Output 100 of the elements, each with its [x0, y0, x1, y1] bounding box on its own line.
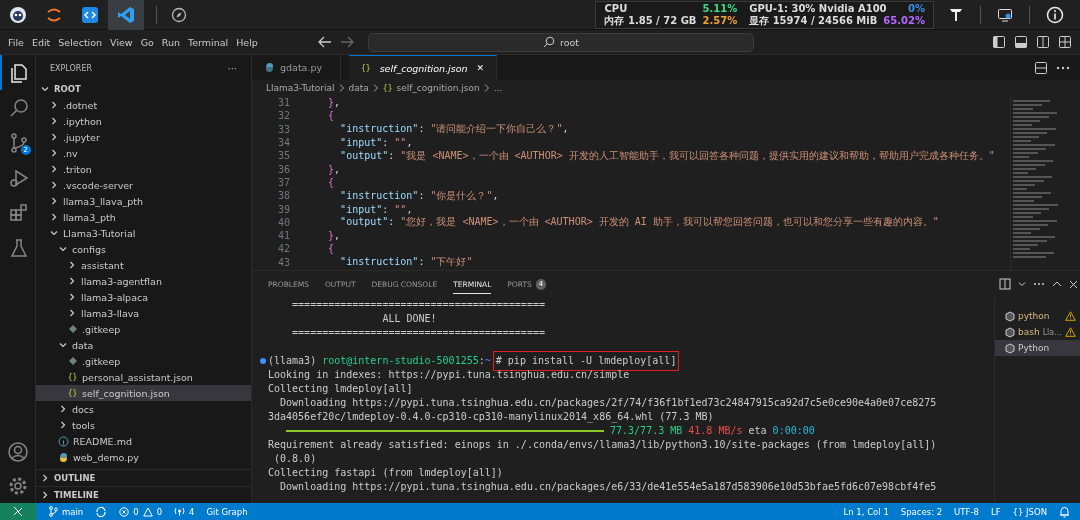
terminal-list-item[interactable]: python	[995, 308, 1080, 324]
menu-item[interactable]: Edit	[27, 34, 55, 50]
warning-icon	[1065, 327, 1076, 337]
breadcrumb-item[interactable]: Llama3-Tutorial	[266, 83, 335, 93]
terminal-icon	[1005, 326, 1015, 338]
tree-item[interactable]: llama3_pth	[36, 209, 251, 225]
stat-label: 内存 1.85 / 72 GB	[604, 14, 697, 27]
forward-arrow-icon[interactable]	[340, 36, 354, 48]
tree-item[interactable]: Llama3-Tutorial	[36, 225, 251, 241]
problems-status[interactable]: 0 0	[119, 506, 163, 517]
breadcrumb-item[interactable]: data	[348, 83, 369, 93]
terminal-icon	[1005, 342, 1015, 354]
tree-item[interactable]: .vscode-server	[36, 177, 251, 193]
tree-item[interactable]: .nv	[36, 145, 251, 161]
tree-item[interactable]: ROOT	[36, 81, 251, 97]
status-item[interactable]: Ln 1, Col 1	[843, 506, 889, 517]
menu-item[interactable]: File	[4, 34, 28, 50]
line-number: 31	[276, 97, 291, 109]
ports-status[interactable]: 4	[174, 506, 195, 517]
status-item[interactable]: LF	[990, 506, 1001, 517]
info-icon[interactable]	[1046, 5, 1064, 24]
split-terminal-icon[interactable]	[999, 278, 1011, 290]
section-header[interactable]: OUTLINE	[36, 469, 251, 486]
terminal-line: Looking in indexes: https://pypi.tuna.tsinghua.edu.cn/simple	[268, 368, 630, 382]
menu-item[interactable]: Selection	[54, 34, 107, 50]
command-center-search[interactable]: root	[368, 32, 754, 52]
tree-item[interactable]: data	[36, 337, 251, 353]
split-editor-icon[interactable]	[1034, 60, 1048, 75]
terminal-line: (llama3) root@intern-studio-5001255:~ # pip install -U lmdeploy[all]	[268, 354, 677, 368]
tree-item[interactable]: assistant	[36, 257, 251, 273]
secondary-sidebar-icon[interactable]	[1036, 35, 1050, 49]
menu-item[interactable]: Go	[136, 34, 158, 50]
branch-icon	[48, 506, 58, 517]
code-line: },	[327, 97, 341, 109]
terminal-list-item[interactable]: Python	[995, 340, 1080, 356]
stat-value: 65.02%	[883, 14, 925, 27]
chevron-icon	[482, 83, 491, 93]
logo-icon[interactable]	[948, 6, 964, 23]
terminal-list-item[interactable]: bash Lla...	[995, 324, 1080, 340]
menu-item[interactable]: Help	[232, 34, 262, 50]
menu-item[interactable]: Terminal	[184, 34, 233, 50]
status-item[interactable]: {} JSON	[1012, 506, 1047, 517]
tree-item[interactable]: .dotnet	[36, 97, 251, 113]
maximize-panel-icon[interactable]	[1052, 280, 1062, 288]
chevron-icon	[337, 83, 346, 93]
terminal-line: 77.3/77.3 MB 41.8 MB/s eta 0:00:00	[268, 424, 815, 438]
monitor-icon[interactable]	[997, 6, 1013, 23]
chevron-icon	[58, 340, 68, 350]
breadcrumb-item[interactable]: ...	[493, 83, 503, 93]
more-actions-button[interactable]: ···	[227, 62, 237, 74]
branch-status[interactable]: main	[48, 506, 84, 517]
tree-item[interactable]: llama3_llava_pth	[36, 193, 251, 209]
status-item[interactable]: UTF-8	[954, 506, 979, 517]
stat-label: 显存 15974 / 24566 MiB	[749, 14, 878, 27]
menu-item[interactable]: View	[106, 34, 137, 50]
tree-item[interactable]: llama3-alpaca	[36, 289, 251, 305]
menu-item[interactable]: Run	[157, 34, 185, 50]
panel-toggle-icon[interactable]	[1014, 35, 1028, 49]
terminal-line: Collecting fastapi (from lmdeploy[all])	[268, 466, 503, 480]
tree-item[interactable]: .gitkeep	[36, 353, 251, 369]
tree-item[interactable]: web_demo.py	[36, 449, 251, 465]
account-icon[interactable]	[6, 441, 29, 463]
tree-item[interactable]: configs	[36, 241, 251, 257]
sidebar-toggle-icon[interactable]	[992, 35, 1006, 49]
sync-icon[interactable]	[95, 505, 108, 518]
compass-icon[interactable]	[171, 6, 187, 23]
terminal-line: Downloading https://pypi.tuna.tsinghua.edu.cn/packages/2f/74/f36f1bf1ed73c24847915ca92d7c5e0ce90e4a0e07ce8275	[279, 396, 937, 410]
terminal-line: Downloading https://pypi.tuna.tsinghua.edu.cn/packages/e6/33/de41e554e5a187d583906e10d53bfae5fd6c07e98cbf4fe5	[279, 480, 937, 494]
back-arrow-icon[interactable]	[318, 36, 332, 48]
code-line: "input": "",	[339, 203, 413, 215]
python-icon	[264, 62, 275, 73]
more-actions-icon[interactable]	[1033, 282, 1045, 286]
tree-item[interactable]: {} personal_assistant.json	[36, 369, 251, 385]
layout-icon[interactable]	[1058, 35, 1072, 49]
tree-item[interactable]: llama3-llava	[36, 305, 251, 321]
tree-item[interactable]: llama3-agentflan	[36, 273, 251, 289]
stat-value: 2.57%	[702, 14, 738, 27]
close-button[interactable]: ✕	[476, 63, 485, 73]
remote-icon[interactable]	[0, 503, 36, 520]
tree-item[interactable]: {} self_cognition.json	[36, 385, 251, 401]
status-item[interactable]: Spaces: 2	[900, 506, 943, 517]
tree-item[interactable]: .gitkeep	[36, 321, 251, 337]
editor-tab[interactable]: {} self_cognition.json ✕	[349, 55, 498, 80]
tree-item[interactable]: .ipython	[36, 113, 251, 129]
editor-tab[interactable]: gdata.py	[252, 55, 341, 80]
dropdown-caret-icon[interactable]	[1018, 280, 1026, 288]
json-icon: {}	[361, 63, 371, 73]
bell-icon[interactable]	[1059, 505, 1070, 518]
tree-item[interactable]: docs	[36, 401, 251, 417]
tree-item[interactable]: tools	[36, 417, 251, 433]
tree-item[interactable]: .triton	[36, 161, 251, 177]
close-icon[interactable]	[1069, 279, 1078, 289]
more-actions-icon[interactable]	[1056, 65, 1070, 70]
git-graph-button[interactable]: Git Graph	[206, 506, 248, 517]
tree-item[interactable]: README.md	[36, 433, 251, 449]
vscode-app-icon[interactable]	[108, 0, 144, 30]
tree-item[interactable]: .jupyter	[36, 129, 251, 145]
terminal-line: (0.8.0)	[273, 452, 317, 466]
code-line: {	[327, 110, 335, 122]
breadcrumb-item[interactable]: {} self_cognition.json	[382, 83, 480, 93]
